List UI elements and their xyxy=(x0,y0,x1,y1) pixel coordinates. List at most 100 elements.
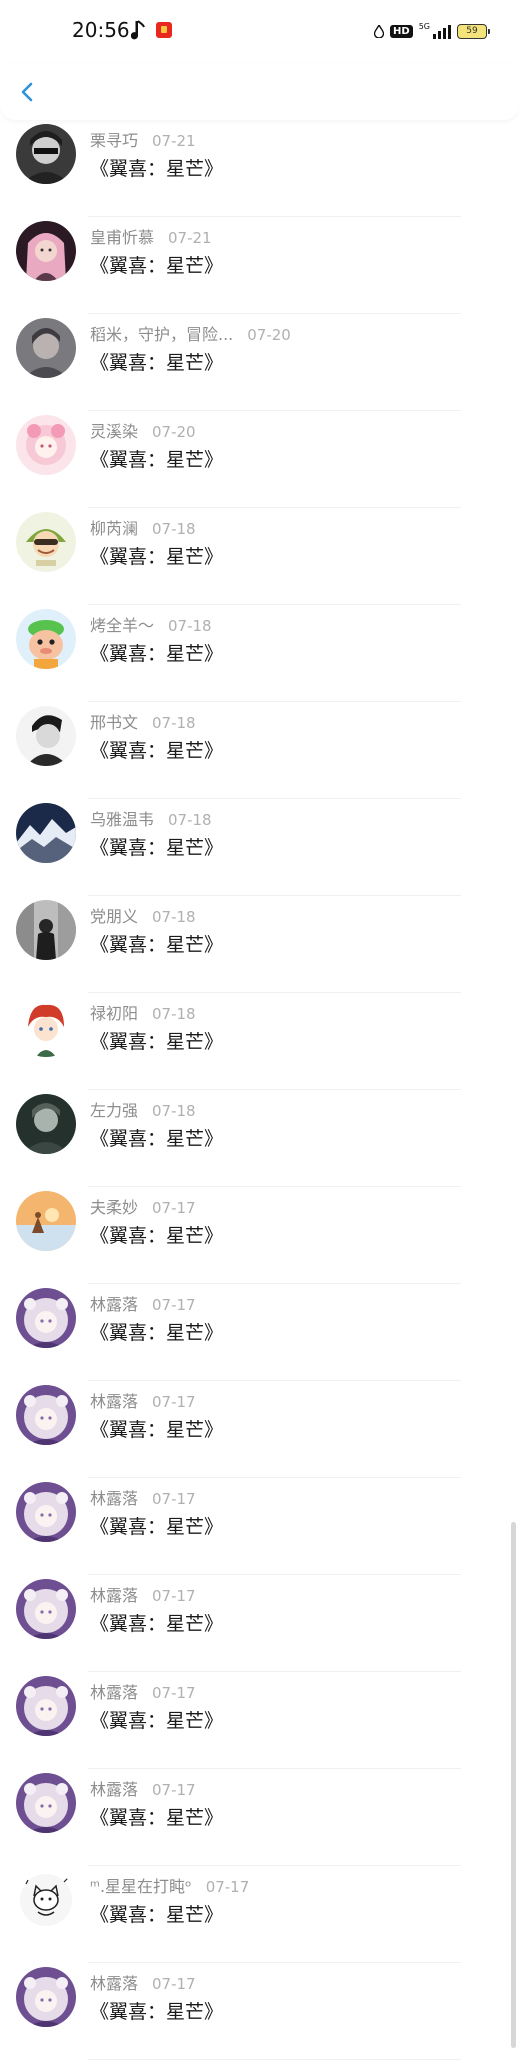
avatar[interactable] xyxy=(16,1191,76,1251)
comment-text: 《翼喜：星芒》 xyxy=(90,1419,224,1441)
user-name[interactable]: 林露落 xyxy=(90,1489,138,1508)
post-date: 07-17 xyxy=(152,1684,196,1702)
comment-text: 《翼喜：星芒》 xyxy=(90,1613,224,1635)
post-date: 07-18 xyxy=(152,1102,196,1120)
list-item[interactable]: 稻米，守护，冒险... 07-20 《翼喜：星芒》 xyxy=(0,314,519,411)
list-item[interactable]: 皇甫忻慕 07-21 《翼喜：星芒》 xyxy=(0,217,519,314)
user-name[interactable]: 党朋义 xyxy=(90,907,138,926)
list-item[interactable]: 林露落 07-17 《翼喜：星芒》 xyxy=(0,1575,519,1672)
list-item[interactable]: 禄初阳 07-18 《翼喜：星芒》 xyxy=(0,993,519,1090)
avatar[interactable] xyxy=(16,415,76,475)
name-line: 林露落 07-17 xyxy=(90,1776,196,1800)
avatar[interactable] xyxy=(16,1967,76,2027)
list-item[interactable]: 灵溪染 07-20 《翼喜：星芒》 xyxy=(0,411,519,508)
user-name[interactable]: 夫柔妙 xyxy=(90,1198,138,1217)
comment-text: 《翼喜：星芒》 xyxy=(90,546,224,568)
list-item[interactable]: 柳芮澜 07-18 《翼喜：星芒》 xyxy=(0,508,519,605)
list-item[interactable]: 栗寻巧 07-21 《翼喜：星芒》 xyxy=(0,120,519,217)
user-name[interactable]: 烤全羊～ xyxy=(90,616,154,635)
name-line: 烤全羊～ 07-18 xyxy=(90,612,212,636)
back-button[interactable] xyxy=(14,78,42,106)
user-name[interactable]: 皇甫忻慕 xyxy=(90,228,154,247)
user-name[interactable]: 林露落 xyxy=(90,1295,138,1314)
avatar[interactable] xyxy=(16,803,76,863)
comment-text: 《翼喜：星芒》 xyxy=(90,1710,224,1732)
list-item[interactable]: 烤全羊～ 07-18 《翼喜：星芒》 xyxy=(0,605,519,702)
list-item[interactable]: 夫柔妙 07-17 《翼喜：星芒》 xyxy=(0,1187,519,1284)
post-date: 07-17 xyxy=(152,1296,196,1314)
avatar[interactable] xyxy=(16,318,76,378)
comment-text: 《翼喜：星芒》 xyxy=(90,1322,224,1344)
avatar[interactable] xyxy=(16,900,76,960)
avatar[interactable] xyxy=(16,1676,76,1736)
signal-strength-icon: 5G xyxy=(419,23,451,39)
user-name[interactable]: 林露落 xyxy=(90,1392,138,1411)
comment-text: 《翼喜：星芒》 xyxy=(90,2001,224,2023)
avatar[interactable] xyxy=(16,1773,76,1833)
post-date: 07-17 xyxy=(152,1781,196,1799)
avatar[interactable] xyxy=(16,609,76,669)
list-item[interactable]: 左力强 07-18 《翼喜：星芒》 xyxy=(0,1090,519,1187)
name-line: 稻米，守护，冒险... 07-20 xyxy=(90,321,291,345)
comment-text: 《翼喜：星芒》 xyxy=(90,1225,224,1247)
avatar[interactable] xyxy=(16,1094,76,1154)
avatar[interactable] xyxy=(16,124,76,184)
comment-text: 《翼喜：星芒》 xyxy=(90,255,224,277)
avatar[interactable] xyxy=(16,1288,76,1348)
list-item[interactable]: 林露落 07-17 《翼喜：星芒》 xyxy=(0,1284,519,1381)
list-item[interactable]: 林露落 07-17 《翼喜：星芒》 xyxy=(0,1963,519,2060)
avatar[interactable] xyxy=(16,221,76,281)
avatar[interactable] xyxy=(16,512,76,572)
battery-icon: 59 xyxy=(457,23,490,39)
user-name[interactable]: 林露落 xyxy=(90,1780,138,1799)
user-name[interactable]: 乌雅温韦 xyxy=(90,810,154,829)
avatar[interactable] xyxy=(16,1385,76,1445)
nav-bar xyxy=(0,64,519,120)
data-saver-icon xyxy=(374,24,385,38)
list-item[interactable]: 林露落 07-17 《翼喜：星芒》 xyxy=(0,1672,519,1769)
user-name[interactable]: 稻米，守护，冒险... xyxy=(90,325,233,344)
avatar[interactable] xyxy=(16,997,76,1057)
comment-text: 《翼喜：星芒》 xyxy=(90,158,224,180)
list-item[interactable]: 林露落 07-17 《翼喜：星芒》 xyxy=(0,1769,519,1866)
post-date: 07-17 xyxy=(152,1975,196,1993)
scrollbar[interactable] xyxy=(511,1522,516,2048)
user-name[interactable]: 左力强 xyxy=(90,1101,138,1120)
user-name[interactable]: 林露落 xyxy=(90,1974,138,1993)
post-date: 07-18 xyxy=(152,714,196,732)
status-bar: 20:56 HD 5G 59 xyxy=(0,0,519,64)
comment-text: 《翼喜：星芒》 xyxy=(90,837,224,859)
user-name[interactable]: 柳芮澜 xyxy=(90,519,138,538)
name-line: 林露落 07-17 xyxy=(90,1582,196,1606)
name-line: 柳芮澜 07-18 xyxy=(90,515,196,539)
name-line: 左力强 07-18 xyxy=(90,1097,196,1121)
user-name[interactable]: ᵐ.星星在打盹ᵒ xyxy=(90,1877,192,1896)
list-item[interactable]: 林露落 07-17 《翼喜：星芒》 xyxy=(0,1478,519,1575)
comment-text: 《翼喜：星芒》 xyxy=(90,1031,224,1053)
user-name[interactable]: 栗寻巧 xyxy=(90,131,138,150)
list-item[interactable]: 林露落 07-17 《翼喜：星芒》 xyxy=(0,1381,519,1478)
avatar[interactable] xyxy=(16,706,76,766)
avatar[interactable] xyxy=(16,1482,76,1542)
name-line: 林露落 07-17 xyxy=(90,1485,196,1509)
name-line: 禄初阳 07-18 xyxy=(90,1000,196,1024)
user-name[interactable]: 邢书文 xyxy=(90,713,138,732)
hd-badge: HD xyxy=(390,24,413,38)
list-item[interactable]: 党朋义 07-18 《翼喜：星芒》 xyxy=(0,896,519,993)
post-date: 07-20 xyxy=(247,326,291,344)
comment-text: 《翼喜：星芒》 xyxy=(90,1516,224,1538)
avatar[interactable] xyxy=(16,1870,76,1930)
list-item[interactable]: ᵐ.星星在打盹ᵒ 07-17 《翼喜：星芒》 xyxy=(0,1866,519,1963)
avatar[interactable] xyxy=(16,1579,76,1639)
post-date: 07-20 xyxy=(152,423,196,441)
post-date: 07-18 xyxy=(152,1005,196,1023)
comment-text: 《翼喜：星芒》 xyxy=(90,1128,224,1150)
list-item[interactable]: 邢书文 07-18 《翼喜：星芒》 xyxy=(0,702,519,799)
list-item[interactable]: 乌雅温韦 07-18 《翼喜：星芒》 xyxy=(0,799,519,896)
post-date: 07-18 xyxy=(152,908,196,926)
user-name[interactable]: 林露落 xyxy=(90,1683,138,1702)
user-name[interactable]: 灵溪染 xyxy=(90,422,138,441)
status-time: 20:56 xyxy=(72,18,130,42)
user-name[interactable]: 林露落 xyxy=(90,1586,138,1605)
user-name[interactable]: 禄初阳 xyxy=(90,1004,138,1023)
